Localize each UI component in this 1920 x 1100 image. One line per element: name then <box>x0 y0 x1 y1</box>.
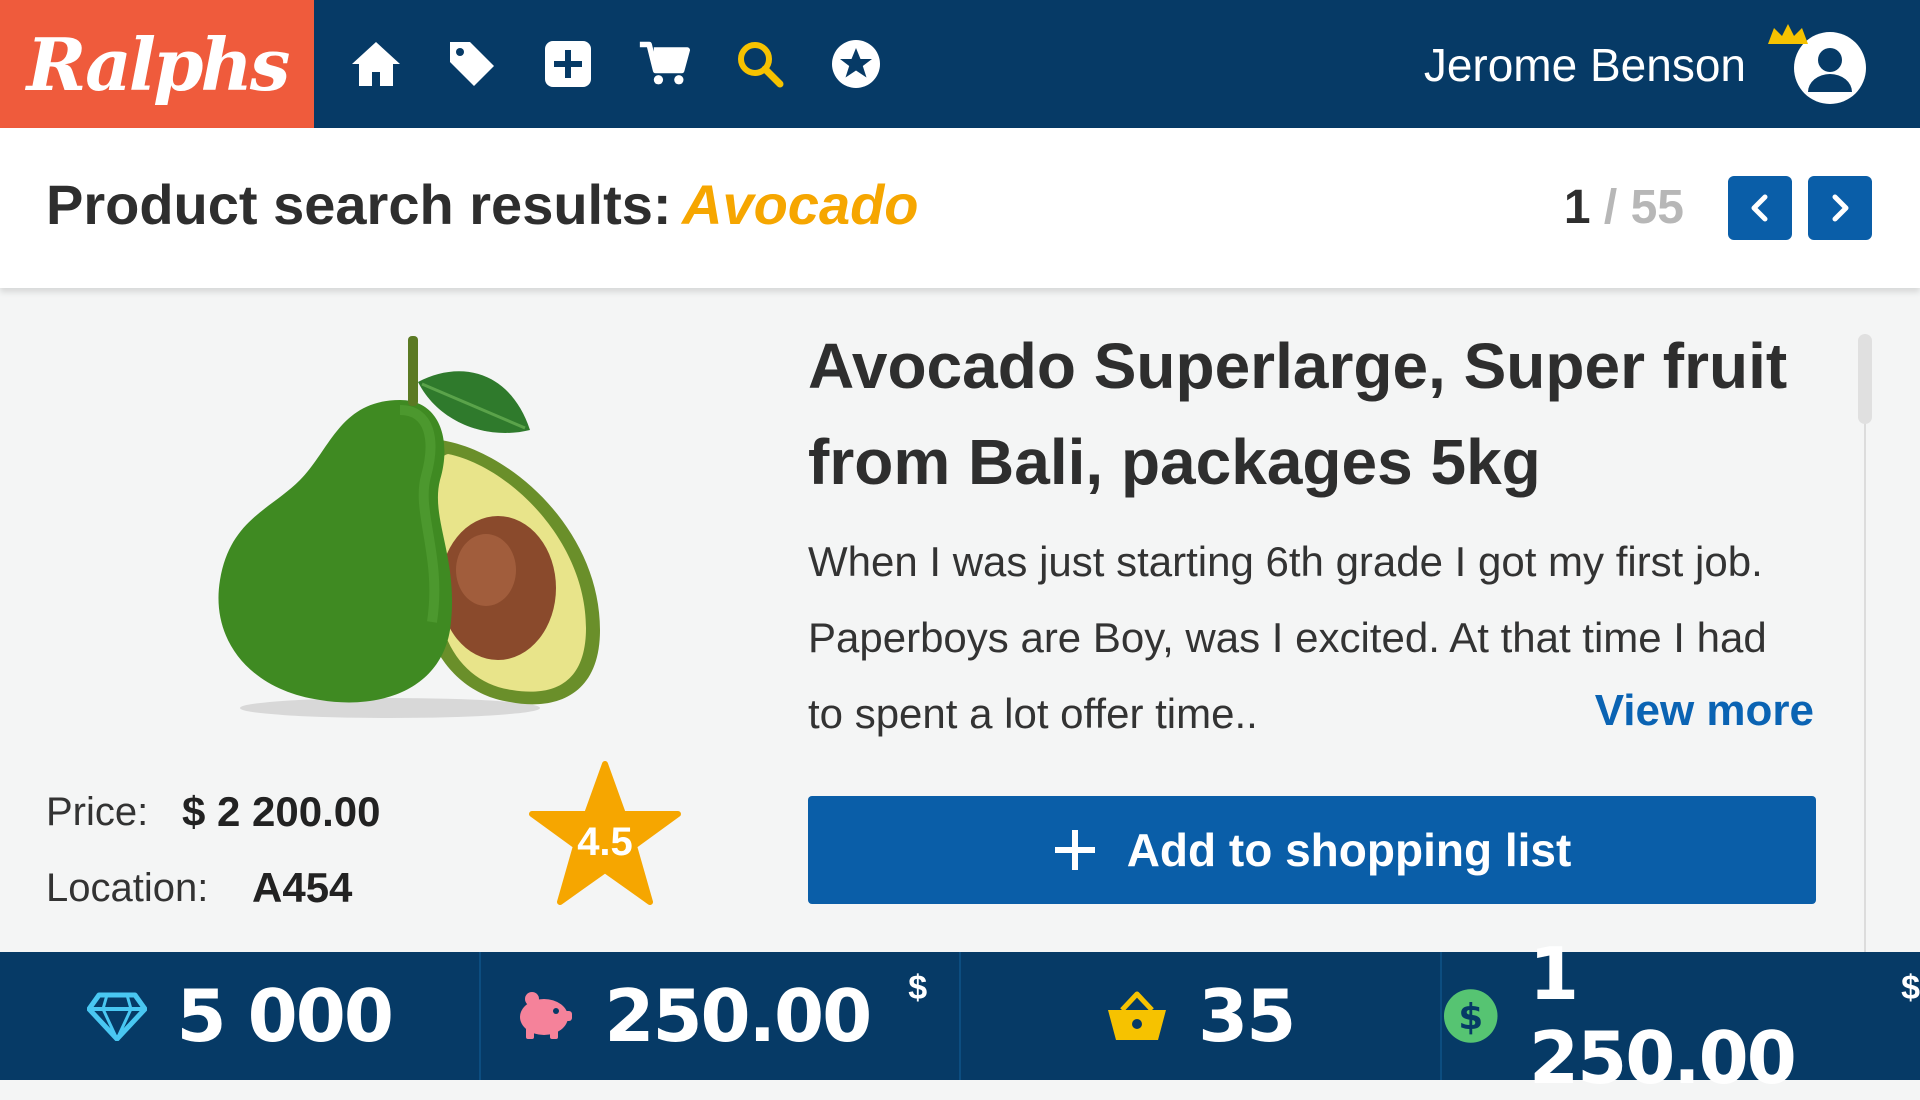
star-badge-icon[interactable] <box>830 34 882 94</box>
add-to-shopping-list-button[interactable]: Add to shopping list <box>808 796 1816 904</box>
dollar-coin-icon: $ <box>1442 987 1500 1045</box>
status-bar: 5 000 250.00 $ 35 $ 1 250.00$ <box>0 952 1920 1080</box>
product-title: Avocado Superlarge, Super fruit from Bal… <box>808 318 1808 510</box>
page-indicator: 1 / 55 <box>1564 180 1684 235</box>
logo-text: Ralphs <box>27 22 288 107</box>
savings-value: 250.00 <box>604 974 870 1058</box>
search-term: Avocado <box>682 172 919 237</box>
prev-page-button[interactable] <box>1728 176 1792 240</box>
avatar[interactable] <box>1768 22 1876 108</box>
balance-value: 1 250.00 <box>1529 932 1863 1100</box>
user-name: Jerome Benson <box>1424 38 1746 92</box>
basket-icon <box>1106 990 1168 1042</box>
search-header: Product search results: Avocado 1 / 55 <box>0 128 1920 288</box>
page-current: 1 <box>1564 181 1591 234</box>
balance-stat: $ 1 250.00$ <box>1442 952 1920 1080</box>
scrollbar-thumb[interactable] <box>1858 334 1872 424</box>
plus-icon <box>1053 828 1097 872</box>
gems-stat: 5 000 <box>0 952 481 1080</box>
price-value: $ 2 200.00 <box>182 788 381 836</box>
scroll-track <box>1864 334 1866 952</box>
next-page-button[interactable] <box>1808 176 1872 240</box>
add-button-label: Add to shopping list <box>1127 823 1572 877</box>
rating-badge: 4.5 <box>528 760 682 908</box>
location-label: Location: <box>46 866 208 911</box>
basket-stat: 35 <box>961 952 1442 1080</box>
add-icon[interactable] <box>542 34 594 94</box>
gems-value: 5 000 <box>177 974 392 1058</box>
page-separator: / <box>1604 181 1617 234</box>
rating-value: 4.5 <box>528 820 682 865</box>
svg-text:$: $ <box>1458 997 1483 1038</box>
product-image <box>190 330 630 730</box>
diamond-icon <box>87 991 147 1041</box>
user-profile[interactable]: Jerome Benson <box>1424 20 1876 110</box>
crown-icon <box>1768 24 1808 44</box>
balance-unit: $ <box>1901 969 1920 1008</box>
cart-icon[interactable] <box>638 34 690 94</box>
top-nav-bar: Ralphs Jerome Benson <box>0 0 1920 128</box>
savings-stat: 250.00 $ <box>481 952 962 1080</box>
search-icon[interactable] <box>734 34 786 94</box>
view-more-link[interactable]: View more <box>1595 686 1814 736</box>
location-value: A454 <box>252 864 352 912</box>
page-title: Product search results: <box>46 172 672 237</box>
piggy-bank-icon <box>512 989 574 1043</box>
nav-icons <box>350 34 882 94</box>
basket-value: 35 <box>1198 974 1294 1058</box>
tag-icon[interactable] <box>446 34 498 94</box>
ralphs-logo[interactable]: Ralphs <box>0 0 314 128</box>
page-total: 55 <box>1631 181 1684 234</box>
chevron-right-icon <box>1828 193 1852 223</box>
price-label: Price: <box>46 790 148 835</box>
savings-unit: $ <box>908 969 927 1008</box>
chevron-left-icon <box>1748 193 1772 223</box>
home-icon[interactable] <box>350 34 402 94</box>
